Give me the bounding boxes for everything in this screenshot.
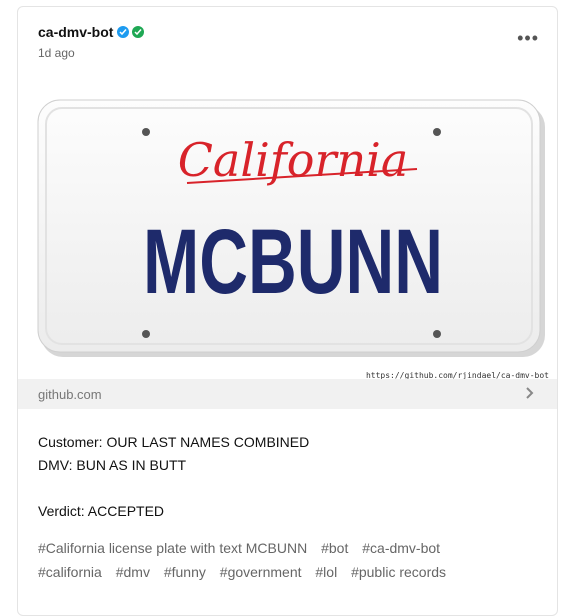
verdict-line: Verdict: ACCEPTED bbox=[38, 503, 165, 519]
username-text[interactable]: ca-dmv-bot bbox=[38, 24, 113, 40]
verified-check-icon bbox=[132, 26, 145, 38]
plate-graphic: California MCBUNN bbox=[37, 99, 545, 357]
customer-line: Customer: OUR LAST NAMES COMBINED bbox=[38, 434, 310, 450]
license-plate-image: California MCBUNN https://github.com/rji… bbox=[37, 97, 549, 382]
tag-link[interactable]: #dmv bbox=[116, 564, 150, 580]
chevron-right-icon[interactable] bbox=[525, 386, 535, 402]
post-card: ca-dmv-bot 1d ago ••• California MCBUNN … bbox=[17, 6, 558, 616]
tag-list: #California license plate with text MCBU… bbox=[38, 536, 543, 584]
dmv-line: DMV: BUN AS IN BUTT bbox=[38, 457, 187, 473]
username[interactable]: ca-dmv-bot bbox=[38, 24, 145, 40]
tag-link[interactable]: #funny bbox=[164, 564, 206, 580]
verified-badge-icon bbox=[117, 26, 130, 38]
plate-bolt-bottom-right bbox=[433, 330, 441, 338]
post-timestamp: 1d ago bbox=[38, 46, 75, 60]
tag-link[interactable]: #lol bbox=[315, 564, 337, 580]
tag-link[interactable]: #ca-dmv-bot bbox=[362, 540, 440, 556]
tag-link[interactable]: #california bbox=[38, 564, 102, 580]
tag-link[interactable]: #California license plate with text MCBU… bbox=[38, 540, 307, 556]
tag-link[interactable]: #public records bbox=[351, 564, 446, 580]
link-preview-bar[interactable]: github.com bbox=[18, 379, 557, 409]
post-body: Customer: OUR LAST NAMES COMBINED DMV: B… bbox=[38, 431, 543, 584]
plate-bolt-top-right bbox=[433, 128, 441, 136]
tag-link[interactable]: #government bbox=[220, 564, 302, 580]
plate-state-name: California bbox=[178, 133, 409, 187]
tag-link[interactable]: #bot bbox=[321, 540, 348, 556]
link-domain[interactable]: github.com bbox=[38, 387, 102, 402]
plate-number: MCBUNN bbox=[143, 211, 443, 313]
post-header: ca-dmv-bot 1d ago bbox=[38, 24, 145, 60]
plate-bolt-top-left bbox=[142, 128, 150, 136]
more-options-icon[interactable]: ••• bbox=[517, 29, 539, 47]
plate-bolt-bottom-left bbox=[142, 330, 150, 338]
